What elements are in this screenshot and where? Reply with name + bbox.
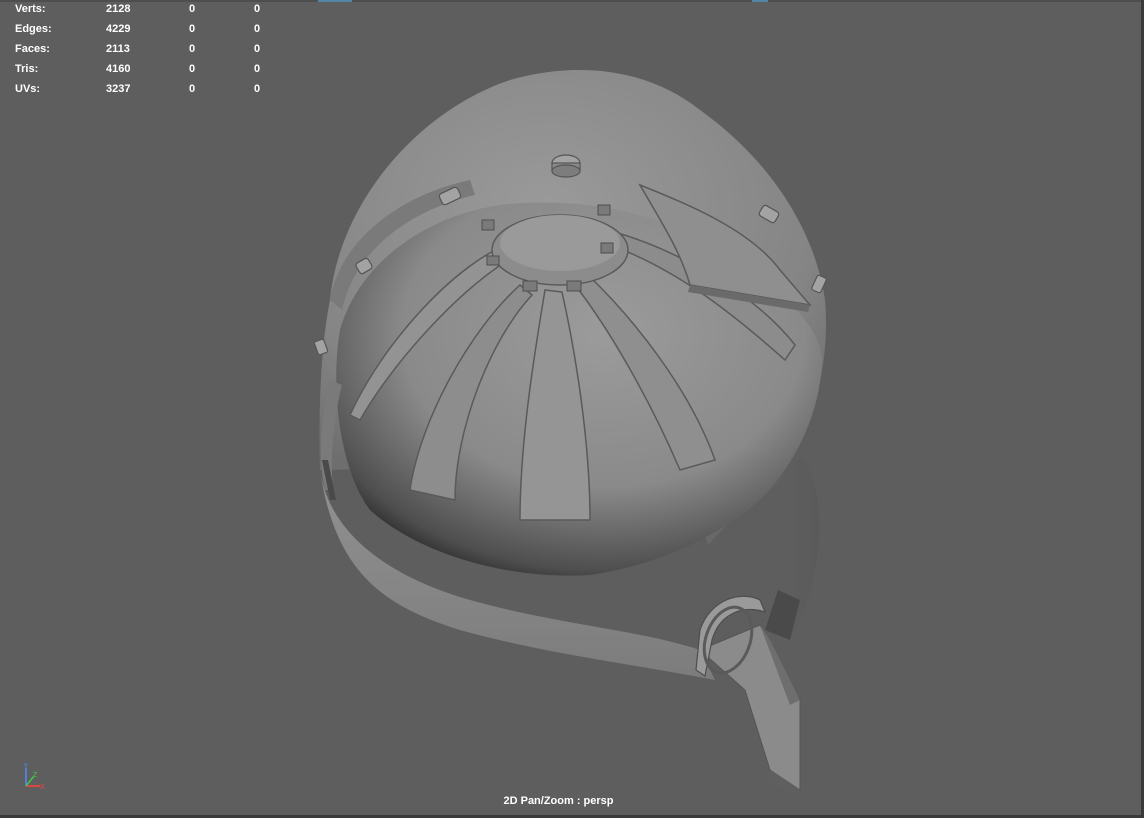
maya-viewport-persp[interactable]: Verts: 2128 0 0 Edges: 4229 0 0 Faces: 2… [0,0,1144,818]
axis-gizmo-icon: Y X Z [24,763,46,791]
x-axis-letter: X [40,784,45,791]
y-axis-letter: Y [24,763,29,770]
helmet-model[interactable] [0,0,1141,815]
camera-name-label: 2D Pan/Zoom : persp [503,795,614,807]
z-axis-letter: Z [33,772,38,779]
